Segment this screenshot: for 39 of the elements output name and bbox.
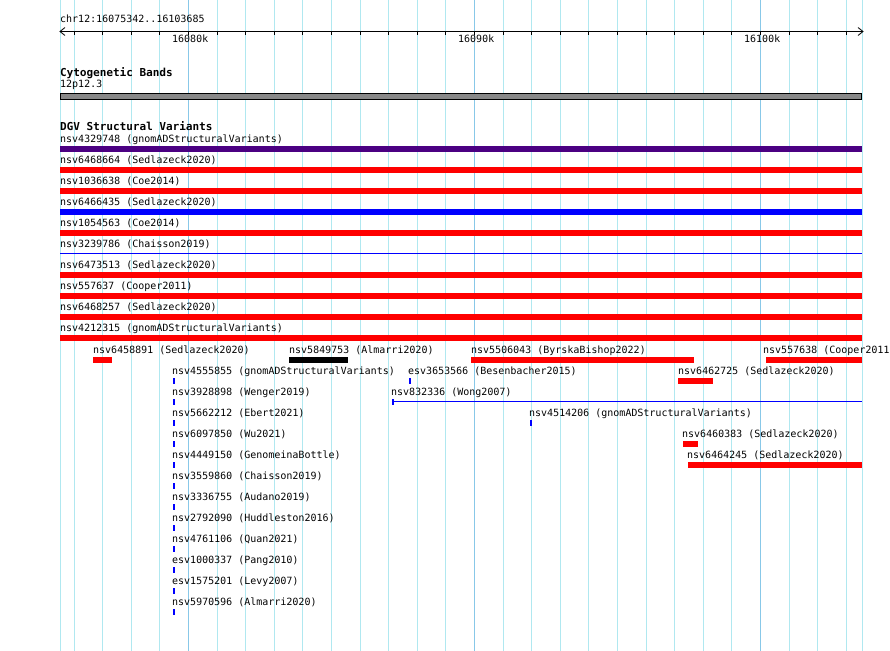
variant-label: nsv6097850 (Wu2021) (172, 429, 286, 441)
variant-label: nsv6460383 (Sedlazeck2020) (682, 429, 839, 441)
variant-label: nsv1036638 (Coe2014) (60, 176, 180, 188)
variant-label: esv1000337 (Pang2010) (172, 555, 298, 567)
track-title: DGV Structural Variants (60, 121, 212, 133)
ruler-tick-label: 16080k (172, 34, 208, 46)
band-label: 12p12.3 (60, 79, 102, 91)
variant-label: nsv3336755 (Audano2019) (172, 492, 310, 504)
variant-label: nsv6468664 (Sedlazeck2020) (60, 155, 217, 167)
track-title: Cytogenetic Bands (60, 67, 173, 79)
variant-label: nsv4761106 (Quan2021) (172, 534, 298, 546)
variant-label: nsv557637 (Cooper2011) (60, 281, 192, 293)
variant-label: nsv6468257 (Sedlazeck2020) (60, 302, 217, 314)
variant-label: nsv5662212 (Ebert2021) (172, 408, 304, 420)
region-label: chr12:16075342..16103685 (60, 14, 204, 26)
variant-label: nsv832336 (Wong2007) (391, 387, 512, 399)
ruler-tick-label: 16090k (458, 34, 494, 46)
variant-label: nsv6462725 (Sedlazeck2020) (678, 366, 835, 378)
variant-label: nsv4329748 (gnomADStructuralVariants) (60, 134, 283, 146)
variant-label: nsv5506043 (ByrskaBishop2022) (471, 345, 646, 357)
variant-label: nsv6473513 (Sedlazeck2020) (60, 260, 217, 272)
variant-label: nsv4555855 (gnomADStructuralVariants) (172, 366, 395, 378)
variant-label: nsv3239786 (Chaisson2019) (60, 239, 211, 251)
variant-label: nsv557638 (Cooper2011 (763, 345, 890, 357)
variant-label: esv1575201 (Levy2007) (172, 576, 298, 588)
variant-label: nsv1054563 (Coe2014) (60, 218, 180, 230)
variant-label: nsv5849753 (Almarri2020) (289, 345, 434, 357)
variant-label: nsv3928898 (Wenger2019) (172, 387, 310, 399)
variant-label: nsv4514206 (gnomADStructuralVariants) (529, 408, 752, 420)
variant-label: nsv6458891 (Sedlazeck2020) (93, 345, 250, 357)
variant-label: nsv3559860 (Chaisson2019) (172, 471, 323, 483)
variant-label: esv3653566 (Besenbacher2015) (408, 366, 577, 378)
variant-label: nsv4449150 (GenomeinaBottle) (172, 450, 341, 462)
variant-label: nsv4212315 (gnomADStructuralVariants) (60, 323, 283, 335)
variant-label: nsv5970596 (Almarri2020) (172, 597, 316, 609)
variant-label: nsv6466435 (Sedlazeck2020) (60, 197, 217, 209)
variant-label: nsv6464245 (Sedlazeck2020) (687, 450, 844, 462)
ruler-tick-label: 16100k (744, 34, 780, 46)
variant-label: nsv2792090 (Huddleston2016) (172, 513, 335, 525)
